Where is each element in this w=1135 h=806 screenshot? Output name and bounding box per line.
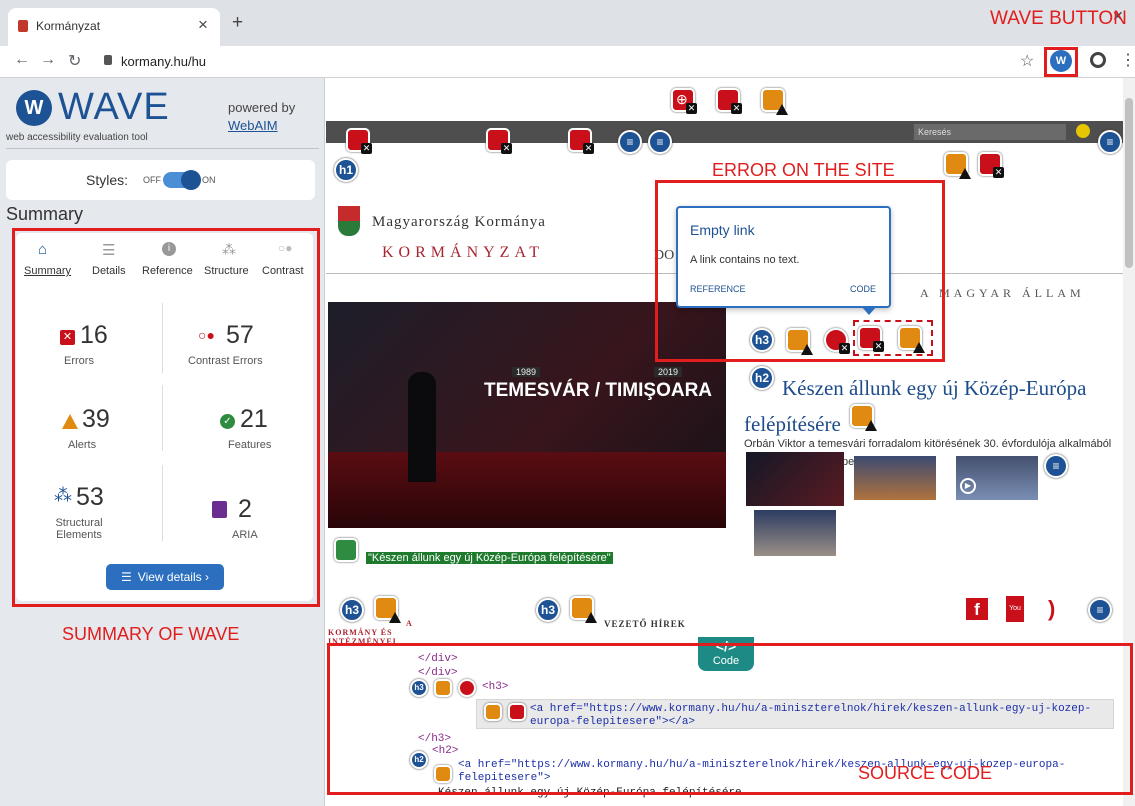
list-structure-icon[interactable]: ≡ <box>1088 598 1112 622</box>
wave-tagline: web accessibility evaluation tool <box>6 132 148 143</box>
summary-annotation: SUMMARY OF WAVE <box>62 624 240 644</box>
thumbnail-image[interactable] <box>754 510 836 556</box>
hero-year-left: 1989 <box>512 367 541 377</box>
sidebar-divider <box>6 148 319 149</box>
back-icon[interactable]: ← <box>14 51 30 69</box>
new-tab-button[interactable]: + <box>232 12 243 34</box>
tab-title: Kormányzat <box>36 19 101 33</box>
error-on-site-annotation: ERROR ON THE SITE <box>712 160 895 180</box>
h1-structure-icon[interactable]: h1 <box>334 158 358 182</box>
hero-speaker <box>408 372 436 482</box>
list-structure-icon[interactable]: ≡ <box>648 130 672 154</box>
link-feature-icon[interactable] <box>334 538 358 562</box>
empty-link-error-icon[interactable]: ✕ <box>346 128 372 154</box>
facebook-icon[interactable]: f <box>966 598 988 620</box>
address-bar[interactable]: kormany.hu/hu <box>121 54 206 69</box>
browser-tab[interactable]: Kormányzat × <box>8 8 220 46</box>
coat-of-arms-icon <box>338 206 360 236</box>
search-placeholder: Keresés <box>918 127 952 137</box>
thumbnail-image[interactable] <box>746 452 844 506</box>
wave-logo-icon: W <box>16 90 52 126</box>
gov-subtitle[interactable]: KORMÁNYZAT <box>382 244 544 262</box>
article-summary: Orbán Viktor a temesvári forradalom kitö… <box>744 438 1112 450</box>
webaim-link[interactable]: WebAIM <box>228 118 278 133</box>
powered-by-label: powered by <box>228 100 296 115</box>
page-alert-icon[interactable] <box>761 88 788 115</box>
styles-toggle-switch[interactable] <box>163 170 201 190</box>
thumbnail-image[interactable] <box>854 456 936 500</box>
tag-error-icon[interactable]: ✕ <box>978 152 1004 178</box>
empty-link-error-icon[interactable]: ✕ <box>568 128 594 154</box>
play-icon: ▶ <box>960 478 976 494</box>
link-label-highlight[interactable]: "Készen állunk egy új Közép-Európa felép… <box>366 552 613 564</box>
redirect-alert-icon[interactable] <box>944 152 971 179</box>
hero-stage-lights <box>328 452 726 528</box>
wave-button-highlight <box>1044 47 1078 77</box>
headline-text: Készen állunk egy új Közép-Európa felépí… <box>744 376 1087 436</box>
tab-close-icon[interactable]: × <box>198 15 208 35</box>
styles-on-label: ON <box>202 175 216 185</box>
browser-tab-bar: Kormányzat × + ✕ <box>0 0 1135 46</box>
accessibility-icon[interactable] <box>1076 124 1090 138</box>
h3-structure-icon[interactable]: h3 <box>536 598 560 622</box>
language-error-icon[interactable]: ⊕ ✕ <box>671 88 697 114</box>
list-structure-icon[interactable]: ≡ <box>618 130 642 154</box>
thumbnail-image[interactable]: ▶ <box>956 456 1038 500</box>
text-alert-icon[interactable] <box>570 596 597 623</box>
styles-label: Styles: <box>86 172 129 188</box>
h3-right-heading[interactable]: VEZETŐ HÍREK <box>604 619 686 629</box>
hero-caption: TEMESVÁR / TIMIŞOARA <box>484 380 713 401</box>
styles-toggle-card: Styles: OFF ON <box>6 160 315 200</box>
list-structure-icon[interactable]: ≡ <box>1044 454 1068 478</box>
summary-heading: Summary <box>6 204 84 224</box>
headline-link[interactable]: Készen állunk egy új Közép-Európa felépí… <box>744 370 1114 442</box>
summary-highlight <box>12 228 320 607</box>
empty-link-error-icon[interactable]: ✕ <box>486 128 512 154</box>
wave-button-annotation: WAVE BUTTON <box>990 8 1127 29</box>
bookmark-star-icon[interactable]: ☆ <box>1020 51 1034 71</box>
forward-icon[interactable]: → <box>40 51 56 69</box>
reload-icon[interactable]: ↻ <box>68 51 81 71</box>
wave-logo-text: WAVE <box>58 86 170 128</box>
styles-off-label: OFF <box>143 175 161 185</box>
page-scrollbar-thumb[interactable] <box>1125 98 1133 268</box>
source-code-highlight <box>327 643 1133 795</box>
source-code-annotation: SOURCE CODE <box>858 763 993 783</box>
page-error-icon[interactable]: ✕ <box>716 88 742 114</box>
list-structure-icon[interactable]: ≡ <box>1098 130 1122 154</box>
rss-icon[interactable]: ) <box>1048 596 1055 622</box>
profile-icon[interactable] <box>1090 52 1106 68</box>
gov-title[interactable]: Magyarország Kormánya <box>372 214 546 231</box>
text-alert-icon[interactable] <box>374 596 401 623</box>
toggle-knob <box>181 170 201 190</box>
lock-icon <box>104 55 112 65</box>
browser-toolbar: ← → ↻ kormany.hu/hu ☆ W ⋮ <box>0 46 1135 78</box>
hero-year-right: 2019 <box>654 367 683 377</box>
menu-kebab-icon[interactable]: ⋮ <box>1120 50 1135 70</box>
h3-left-heading[interactable]: A KORMÁNY ÉS INTÉZMÉNYEI <box>328 619 458 646</box>
error-on-site-highlight <box>655 180 945 362</box>
favicon-icon <box>18 20 28 32</box>
suspicious-link-alert-icon[interactable] <box>850 404 877 431</box>
site-search-input[interactable]: Keresés <box>914 124 1066 140</box>
youtube-icon[interactable]: You <box>1006 596 1024 622</box>
